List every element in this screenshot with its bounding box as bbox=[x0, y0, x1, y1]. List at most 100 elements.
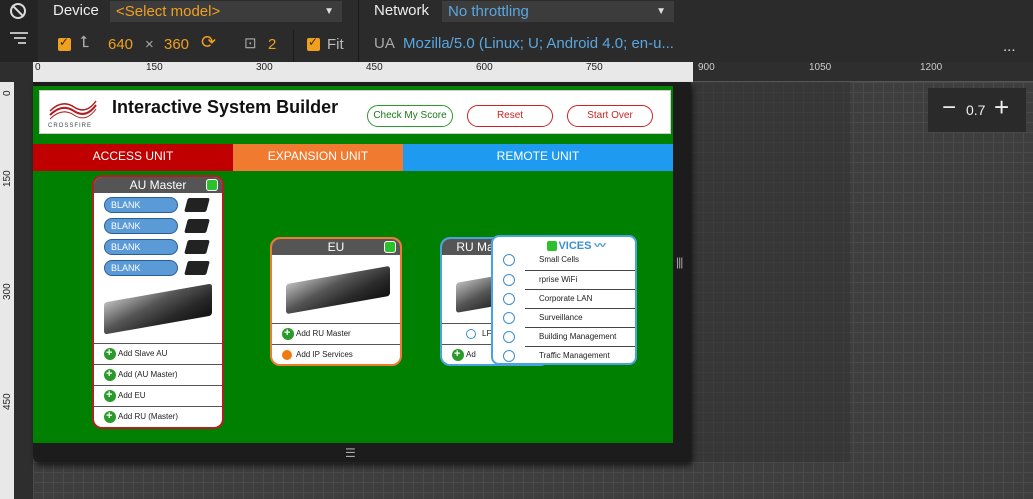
module-icon bbox=[184, 261, 210, 275]
crossfire-logo: CROSSFIRE bbox=[46, 97, 98, 131]
divider bbox=[358, 0, 359, 62]
ip-services-popup: VICES 〰 Small Cells rprise WiFi Corporat… bbox=[491, 235, 637, 365]
status-indicator-icon[interactable] bbox=[206, 179, 218, 191]
swap-dimensions-icon[interactable]: ⮤ bbox=[80, 34, 89, 52]
add-eu-button[interactable]: Add EU bbox=[94, 385, 222, 406]
resize-handle-bottom[interactable]: ☰ bbox=[345, 446, 356, 460]
au-master-title: AU Master bbox=[129, 178, 187, 192]
ip-service-label: Small Cells bbox=[539, 255, 580, 264]
radio-icon[interactable] bbox=[503, 312, 515, 324]
blank-slot[interactable]: BLANK bbox=[104, 218, 178, 234]
status-indicator-icon[interactable] bbox=[546, 240, 558, 252]
ip-service-label: Corporate LAN bbox=[539, 294, 593, 303]
rotate-icon[interactable]: ⟳ bbox=[201, 32, 216, 53]
blank-slot[interactable]: BLANK bbox=[104, 239, 178, 255]
radio-icon[interactable] bbox=[503, 274, 515, 286]
ip-service-item[interactable]: Surveillance bbox=[503, 308, 635, 327]
radio-icon[interactable] bbox=[503, 293, 515, 305]
zoom-out-button[interactable]: − bbox=[942, 94, 956, 122]
reset-button[interactable]: Reset bbox=[467, 105, 553, 127]
network-select-value: No throttling bbox=[448, 3, 529, 20]
ruler-tick: 750 bbox=[586, 62, 603, 73]
status-indicator-icon[interactable] bbox=[384, 241, 396, 253]
app-header: CROSSFIRE Interactive System Builder Che… bbox=[39, 90, 671, 134]
ip-service-label: rprise WiFi bbox=[539, 275, 578, 284]
add-ru-master-button[interactable]: Add RU Master bbox=[272, 323, 400, 344]
action-label: Add (AU Master) bbox=[118, 370, 178, 379]
ruler-tick: 0 bbox=[35, 62, 41, 73]
fit-checkbox[interactable] bbox=[307, 35, 320, 51]
ruler-tick: 1200 bbox=[920, 62, 943, 73]
network-select[interactable]: No throttling ▼ bbox=[442, 1, 674, 22]
au-master-card[interactable]: AU Master BLANK BLANK BLANK BLANK Add Sl… bbox=[92, 175, 224, 429]
resize-handle-right[interactable]: ||| bbox=[676, 255, 683, 269]
tab-remote-unit[interactable]: REMOTE UNIT bbox=[403, 144, 673, 171]
resolution-checkbox[interactable] bbox=[58, 35, 71, 51]
ruler-tick: 300 bbox=[256, 62, 273, 73]
radio-icon[interactable] bbox=[503, 254, 515, 266]
menu-icon[interactable] bbox=[10, 32, 28, 46]
fit-label: Fit bbox=[327, 36, 344, 53]
ip-service-item[interactable]: rprise WiFi bbox=[503, 270, 635, 289]
ruler-tick: 900 bbox=[698, 62, 715, 73]
blank-slot[interactable]: BLANK bbox=[104, 260, 178, 276]
ru-option-label: LF bbox=[482, 329, 492, 338]
canvas-shadow bbox=[690, 82, 850, 462]
dpr-input[interactable]: 2 bbox=[268, 36, 276, 53]
tab-expansion-unit[interactable]: EXPANSION UNIT bbox=[233, 144, 403, 171]
start-over-button[interactable]: Start Over bbox=[567, 105, 653, 127]
add-ru-master-button[interactable]: Add RU (Master) bbox=[94, 406, 222, 427]
block-icon[interactable] bbox=[10, 3, 26, 19]
device-select[interactable]: <Select model> ▼ bbox=[110, 1, 342, 22]
server-image bbox=[286, 265, 390, 315]
add-au-master-button[interactable]: Add (AU Master) bbox=[94, 364, 222, 385]
radio-icon[interactable] bbox=[466, 329, 476, 339]
plus-icon bbox=[104, 406, 116, 426]
eu-card[interactable]: EU Add RU Master Add IP Services bbox=[270, 237, 402, 366]
add-ip-services-button[interactable]: Add IP Services bbox=[272, 344, 400, 364]
ua-label: UA bbox=[374, 35, 395, 52]
height-input[interactable]: 360 bbox=[164, 36, 189, 53]
check-score-button[interactable]: Check My Score bbox=[367, 105, 453, 127]
times-sign: × bbox=[145, 36, 154, 53]
zoom-in-button[interactable]: + bbox=[994, 92, 1009, 123]
device-select-value: <Select model> bbox=[116, 3, 221, 20]
action-label: Add RU Master bbox=[296, 329, 351, 338]
ruler-left: 0 150 300 450 bbox=[0, 62, 33, 499]
ip-service-item[interactable]: Corporate LAN bbox=[503, 289, 635, 308]
ruler-tick: 450 bbox=[2, 393, 13, 410]
devtools-toolbar: Device <Select model> ▼ Network No throt… bbox=[0, 0, 1033, 62]
ip-service-label: Building Management bbox=[539, 332, 617, 341]
zoom-value: 0.7 bbox=[966, 102, 986, 118]
dpr-icon: ⊡ bbox=[244, 35, 257, 52]
radio-icon[interactable] bbox=[503, 350, 515, 362]
action-label: Add EU bbox=[118, 391, 146, 400]
tab-access-unit[interactable]: ACCESS UNIT bbox=[33, 144, 233, 171]
orange-dot-icon bbox=[282, 350, 292, 360]
ip-service-label: Surveillance bbox=[539, 313, 583, 322]
width-input[interactable]: 640 bbox=[108, 36, 133, 53]
ip-service-item[interactable]: Building Management bbox=[503, 327, 635, 346]
ip-service-item[interactable]: Small Cells bbox=[503, 251, 635, 270]
blank-slot[interactable]: BLANK bbox=[104, 197, 178, 213]
ip-service-label: Traffic Management bbox=[539, 351, 610, 360]
ruler-tick: 1050 bbox=[809, 62, 832, 73]
ua-input[interactable]: Mozilla/5.0 (Linux; U; Android 4.0; en-u… bbox=[403, 35, 674, 52]
more-icon[interactable]: ... bbox=[1003, 38, 1016, 55]
action-label: Add IP Services bbox=[296, 350, 353, 359]
ruler-tick: 0 bbox=[2, 90, 13, 96]
ip-service-item[interactable]: Traffic Management bbox=[503, 346, 635, 363]
action-label: Ad bbox=[466, 350, 476, 359]
add-slave-au-button[interactable]: Add Slave AU bbox=[94, 343, 222, 364]
module-icon bbox=[184, 198, 210, 212]
eu-header: EU bbox=[272, 239, 400, 255]
radio-icon[interactable] bbox=[503, 331, 515, 343]
ruler-tick: 300 bbox=[2, 283, 13, 300]
page-title: Interactive System Builder bbox=[112, 97, 339, 117]
plus-icon bbox=[282, 323, 294, 343]
ruler-tick: 450 bbox=[366, 62, 383, 73]
action-label: Add Slave AU bbox=[118, 349, 168, 358]
au-master-header: AU Master bbox=[94, 177, 222, 193]
ruler-tick: 150 bbox=[2, 170, 13, 187]
toolbar-side bbox=[0, 0, 38, 62]
